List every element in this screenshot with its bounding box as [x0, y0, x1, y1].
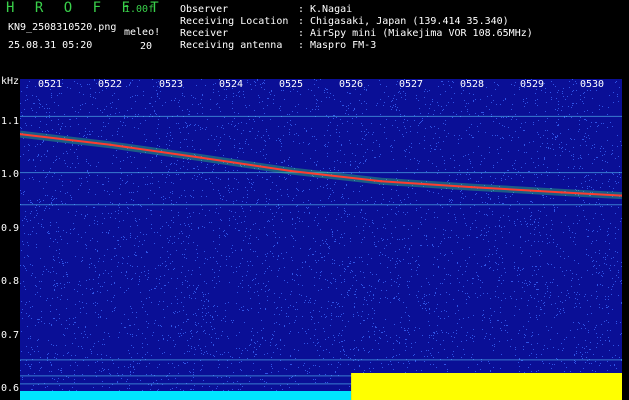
y-tick-label: 1.1	[1, 116, 20, 127]
trace-point	[109, 143, 112, 146]
receiver-label: Receiver	[180, 28, 229, 39]
location-label: Receiving Location	[180, 16, 289, 27]
x-tick-label: 0528	[460, 79, 485, 90]
spectrogram-plot	[20, 79, 622, 400]
receiver-sep: :	[298, 28, 305, 39]
x-tick-label: 0524	[219, 79, 244, 90]
x-tick-label: 0527	[399, 79, 424, 90]
x-tick-label: 0523	[159, 79, 184, 90]
timestamp: 25.08.31 05:20	[8, 40, 93, 51]
observer-sep: :	[298, 4, 305, 15]
y-tick-label: 0.9	[1, 223, 20, 234]
y-tick-label: 0.8	[1, 276, 20, 287]
meleo-value: 20	[140, 41, 153, 52]
location-sep: :	[298, 16, 305, 27]
x-tick-label: 0526	[339, 79, 364, 90]
activity-bar	[351, 373, 622, 400]
y-tick-label: 0.7	[1, 330, 20, 341]
x-tick-label: 0530	[580, 79, 605, 90]
meleo-label: meleo!	[124, 27, 161, 38]
freq-scale: 1.00f	[124, 4, 155, 15]
y-tick-label: 1.0	[1, 169, 20, 180]
observer-label: Observer	[180, 4, 229, 15]
y-axis-unit: kHz	[1, 76, 20, 87]
antenna-label: Receiving antenna	[180, 40, 283, 51]
y-tick-label: 0.6	[1, 383, 20, 394]
trace-point	[289, 169, 293, 173]
trace-point	[199, 156, 202, 159]
spectrogram-background	[20, 79, 622, 400]
receiver-value: AirSpy mini (Miakejima VOR 108.65MHz)	[310, 28, 533, 39]
x-tick-label: 0525	[279, 79, 304, 90]
hroft-screen: { "header": { "app_title": "H R O F F T"…	[0, 0, 629, 400]
antenna-value: Maspro FM-3	[310, 40, 377, 51]
antenna-sep: :	[298, 40, 305, 51]
trace-point	[560, 191, 563, 194]
trace-point	[380, 180, 383, 183]
spectrogram-svg	[20, 79, 622, 400]
location-value: Chigasaki, Japan (139.414 35.340)	[310, 16, 509, 27]
x-tick-label: 0529	[520, 79, 545, 90]
file-name: KN9_2508310520.png	[8, 22, 117, 33]
activity-bar	[20, 391, 352, 400]
trace-point	[470, 185, 473, 189]
observer-value: K.Nagai	[310, 4, 353, 15]
x-tick-label: 0521	[38, 79, 63, 90]
x-tick-label: 0522	[98, 79, 123, 90]
